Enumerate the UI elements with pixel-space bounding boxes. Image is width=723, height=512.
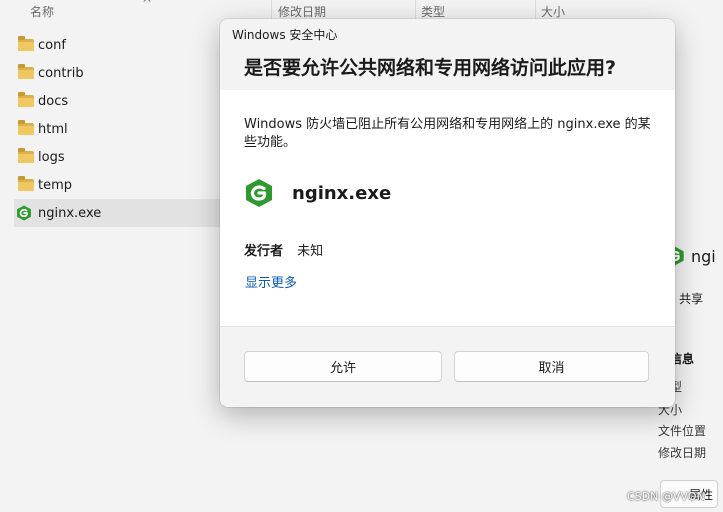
dialog-footer: 允许 取消 xyxy=(220,326,675,407)
dialog-header: Windows 安全中心 是否要允许公共网络和专用网络访问此应用? xyxy=(220,19,675,90)
file-row[interactable]: contrib xyxy=(14,59,220,87)
folder-icon xyxy=(18,148,34,163)
file-name: logs xyxy=(38,149,65,165)
file-row[interactable]: html xyxy=(14,115,220,143)
file-name: nginx.exe xyxy=(38,205,102,221)
publisher-value: 未知 xyxy=(297,244,324,259)
dialog-title: 是否要允许公共网络和专用网络访问此应用? xyxy=(244,57,617,79)
file-row[interactable]: temp xyxy=(14,171,220,199)
folder-icon xyxy=(18,36,34,51)
file-name: contrib xyxy=(38,65,84,81)
nginx-icon xyxy=(17,205,31,221)
firewall-dialog: Windows 安全中心 是否要允许公共网络和专用网络访问此应用? Window… xyxy=(220,19,675,407)
watermark: CSDN @ᐯᐯON xyxy=(627,490,705,503)
folder-icon xyxy=(18,176,34,191)
folder-icon xyxy=(18,92,34,107)
folder-icon xyxy=(18,120,34,135)
publisher-label: 发行者 xyxy=(244,244,284,259)
file-name: docs xyxy=(38,93,69,109)
file-row-selected[interactable]: nginx.exe xyxy=(14,199,220,227)
folder-icon xyxy=(18,64,34,79)
share-label: 共享 xyxy=(679,292,704,306)
details-file-name: ngi xyxy=(691,246,716,266)
app-info: nginx.exe xyxy=(244,178,391,208)
dialog-app-title: Windows 安全中心 xyxy=(232,28,338,42)
nginx-icon xyxy=(246,179,272,207)
details-modified-label: 修改日期 xyxy=(658,446,707,460)
file-row[interactable]: conf xyxy=(14,31,220,59)
file-name: html xyxy=(38,121,68,137)
dialog-message: Windows 防火墙已阻止所有公用网络和专用网络上的 nginx.exe 的某… xyxy=(244,117,651,150)
file-name: temp xyxy=(38,177,73,193)
sort-chevron-icon: ^ xyxy=(142,0,153,10)
app-name: nginx.exe xyxy=(292,182,392,204)
publisher-info: 发行者 未知 xyxy=(244,240,323,259)
file-name: conf xyxy=(38,37,66,53)
dialog-body: Windows 防火墙已阻止所有公用网络和专用网络上的 nginx.exe 的某… xyxy=(220,90,675,326)
show-more-link[interactable]: 显示更多 xyxy=(245,272,297,291)
cancel-button[interactable]: 取消 xyxy=(454,351,649,382)
allow-button[interactable]: 允许 xyxy=(244,351,442,382)
details-location-label: 文件位置 xyxy=(658,424,707,438)
file-row[interactable]: logs xyxy=(14,143,220,171)
column-header-name[interactable]: 名称 xyxy=(30,0,54,24)
file-row[interactable]: docs xyxy=(14,87,220,115)
